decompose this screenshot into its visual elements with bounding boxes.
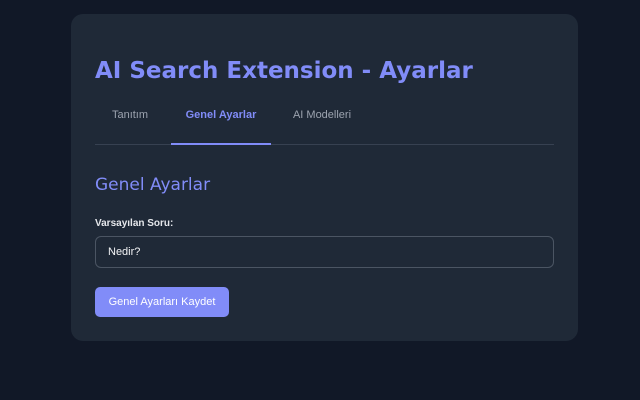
default-question-input[interactable] — [95, 236, 554, 268]
page-title: AI Search Extension - Ayarlar — [95, 58, 473, 84]
section-title: Genel Ayarlar — [95, 175, 211, 195]
tab-bar: Tanıtım Genel Ayarlar AI Modelleri — [95, 104, 554, 145]
save-general-settings-button[interactable]: Genel Ayarları Kaydet — [95, 287, 229, 317]
tab-ai-models[interactable]: AI Modelleri — [277, 104, 367, 144]
tab-intro[interactable]: Tanıtım — [95, 104, 165, 144]
tab-general-settings[interactable]: Genel Ayarlar — [171, 104, 271, 145]
default-question-label: Varsayılan Soru: — [95, 218, 174, 229]
settings-card: AI Search Extension - Ayarlar Tanıtım Ge… — [71, 14, 578, 341]
